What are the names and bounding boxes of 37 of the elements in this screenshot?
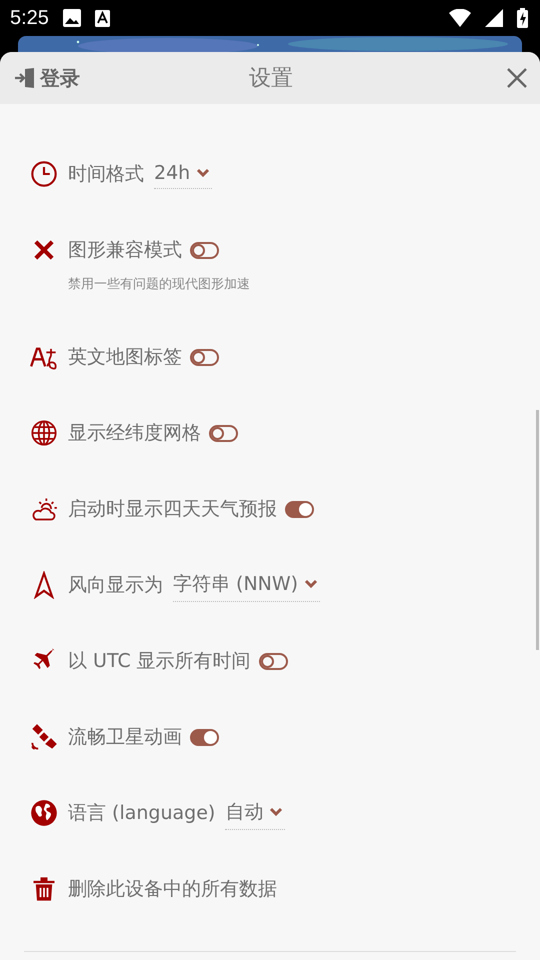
setting-dropdown[interactable]: 字符串 (NNW): [173, 568, 320, 602]
toggle-switch[interactable]: [258, 652, 288, 670]
setting-label: 时间格式: [68, 162, 144, 187]
clock-icon: [30, 160, 58, 188]
setting-label: 风向显示为: [68, 573, 163, 598]
image-icon: [62, 9, 81, 27]
setting-label: 图形兼容模式: [68, 238, 182, 263]
setting-label: 以 UTC 显示所有时间: [68, 649, 251, 674]
login-button[interactable]: 登录: [14, 64, 80, 92]
setting-label: 流畅卫星动画: [68, 725, 182, 750]
globe-icon: [30, 419, 58, 447]
satellite-icon: [30, 723, 58, 751]
dialog-title: 设置: [249, 65, 293, 93]
toggle-switch[interactable]: [190, 348, 219, 366]
globe-icon: [30, 799, 58, 827]
toggle-switch[interactable]: [190, 728, 219, 746]
setting-label: 语言 (language): [68, 801, 216, 826]
font-icon: [94, 10, 110, 26]
setting-label: 显示经纬度网格: [68, 421, 201, 446]
chevron-down-icon: [196, 168, 210, 178]
login-icon: [14, 67, 36, 89]
battery-icon: [517, 8, 528, 28]
chevron-down-icon: [269, 806, 284, 816]
signal-icon: [485, 9, 503, 27]
chevron-down-icon: [304, 578, 318, 588]
setting-dropdown[interactable]: 自动: [225, 796, 286, 830]
close-button[interactable]: [506, 67, 528, 89]
wifi-icon: [449, 9, 471, 27]
setting-label: 启动时显示四天天气预报: [68, 497, 277, 522]
setting-dropdown[interactable]: 24h: [154, 160, 212, 188]
toggle-switch[interactable]: [285, 500, 314, 518]
toggle-switch[interactable]: [209, 424, 238, 442]
toggle-switch[interactable]: [190, 242, 219, 258]
setting-label: 删除此设备中的所有数据: [68, 877, 277, 902]
status-time: 5:25: [10, 6, 49, 30]
setting-hint: 禁用一些有问题的现代图形加速: [68, 276, 251, 293]
setting-label: 英文地图标签: [68, 345, 182, 370]
